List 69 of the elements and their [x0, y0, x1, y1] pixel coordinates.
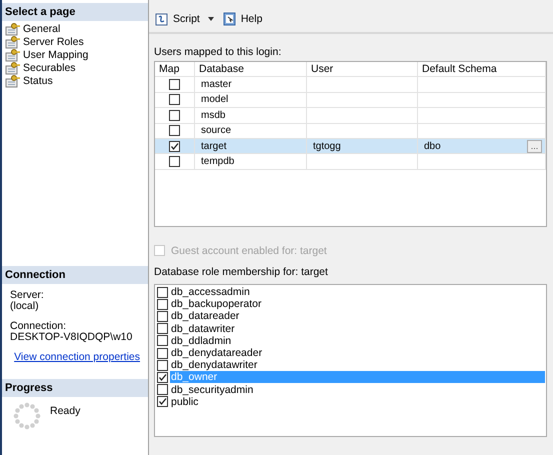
spinner-icon [12, 401, 42, 431]
page-icon [5, 48, 20, 62]
grid-row[interactable]: tempdb [155, 154, 546, 170]
list-item[interactable]: db_ddladmin [170, 334, 545, 347]
help-button[interactable]: Help [220, 12, 264, 26]
list-item[interactable]: public [170, 396, 545, 408]
list-item[interactable]: db_backupoperator [170, 298, 545, 310]
list-item[interactable]: db_securityadmin [170, 384, 545, 396]
list-item[interactable]: db_datawriter [170, 322, 545, 335]
checkbox[interactable] [169, 156, 180, 168]
column-header: User [307, 62, 418, 78]
table-cell: target [195, 138, 307, 154]
table-cell: tgtogg [307, 138, 418, 154]
grid-row[interactable]: msdb [155, 108, 546, 124]
page-icon [5, 34, 20, 48]
list-item[interactable]: db_accessadmin [170, 286, 545, 298]
checkbox[interactable] [169, 140, 180, 152]
list-item[interactable]: db_denydatawriter [170, 359, 545, 372]
page-icon [5, 60, 20, 74]
checkbox[interactable] [157, 335, 168, 346]
table-cell: dbo [424, 140, 441, 152]
nav-item[interactable]: User Mapping [5, 48, 145, 61]
checkbox[interactable] [157, 310, 168, 322]
server-value: (local) [10, 300, 40, 311]
checkbox[interactable] [169, 110, 180, 121]
section-label: Database role membership for: target [154, 266, 329, 279]
column-header: Default Schema [418, 62, 546, 78]
grid-row[interactable]: model [155, 92, 546, 108]
checkbox[interactable] [157, 298, 168, 310]
browse-button[interactable]: ... [527, 140, 542, 153]
list-item[interactable]: db_datareader [170, 310, 545, 322]
list-item[interactable]: db_denydatareader [170, 347, 545, 360]
help-icon [222, 12, 238, 26]
script-button[interactable]: Script [152, 12, 202, 26]
server-label: Server: [10, 290, 45, 300]
grid-row[interactable]: target tgtogg dbo ... [155, 138, 546, 154]
section-header: Connection [2, 266, 148, 284]
connection-label: Connection: [10, 321, 68, 332]
checkbox[interactable] [169, 79, 180, 90]
grid-row[interactable]: master [155, 77, 546, 93]
nav-item[interactable]: Status [5, 74, 145, 87]
table-cell: msdb [195, 108, 307, 124]
checkbox[interactable] [157, 384, 168, 396]
progress-status: Ready [50, 405, 80, 419]
checkbox[interactable] [169, 125, 180, 136]
connection-value: DESKTOP-V8IQDQP\w10 [10, 332, 134, 342]
checkbox[interactable] [157, 348, 168, 359]
section-header: Progress [2, 379, 148, 397]
table-cell: tempdb [195, 154, 307, 170]
nav-item[interactable]: Securables [5, 61, 145, 74]
checkbox[interactable] [157, 396, 168, 408]
connection-properties-link[interactable]: View connection properties [14, 351, 140, 363]
column-header: Database [195, 62, 307, 78]
checkbox[interactable] [157, 286, 168, 298]
checkbox[interactable] [157, 372, 168, 383]
section-label: Users mapped to this login: [154, 46, 282, 59]
nav-item[interactable]: Server Roles [5, 35, 145, 48]
guest-label: Guest account enabled for: target [171, 244, 327, 256]
column-header: Map [155, 62, 195, 78]
checkbox[interactable] [169, 94, 180, 106]
nav-item[interactable]: General [5, 22, 145, 35]
page-icon [5, 74, 20, 88]
table-cell: master [195, 77, 307, 93]
table-cell: model [195, 92, 307, 108]
section-header: Select a page [2, 3, 148, 21]
checkbox[interactable] [157, 323, 168, 334]
script-icon [154, 12, 170, 26]
page-icon [5, 22, 20, 36]
checkbox[interactable] [157, 360, 168, 371]
